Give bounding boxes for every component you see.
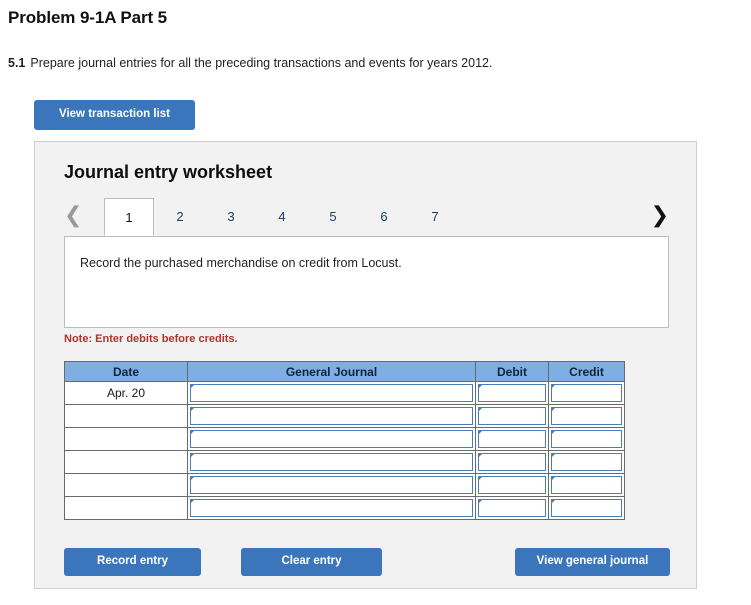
credit-cell[interactable]	[548, 381, 625, 405]
field-marker-icon	[190, 452, 195, 458]
journal-entry-table: Date General Journal Debit Credit Apr. 2…	[64, 361, 625, 520]
field-marker-icon	[551, 429, 556, 435]
general-journal-cell[interactable]	[187, 496, 476, 520]
date-cell[interactable]	[64, 404, 188, 428]
debit-cell[interactable]	[475, 381, 549, 405]
table-header-row: Date General Journal Debit Credit	[64, 361, 625, 382]
credit-cell[interactable]	[548, 450, 625, 474]
debit-input[interactable]	[478, 383, 546, 402]
general-journal-input[interactable]	[190, 383, 473, 402]
tab-6[interactable]: 6	[359, 198, 409, 236]
general-journal-cell[interactable]	[187, 450, 476, 474]
table-row	[64, 473, 625, 497]
field-marker-icon	[551, 498, 556, 504]
debit-input[interactable]	[478, 498, 546, 517]
debit-cell[interactable]	[475, 427, 549, 451]
field-marker-icon	[478, 498, 483, 504]
transaction-description-box: Record the purchased merchandise on cred…	[64, 236, 669, 328]
credit-cell[interactable]	[548, 473, 625, 497]
general-journal-input[interactable]	[190, 452, 473, 471]
field-marker-icon	[190, 498, 195, 504]
tab-5[interactable]: 5	[308, 198, 358, 236]
credit-input[interactable]	[551, 429, 622, 448]
tab-3[interactable]: 3	[206, 198, 256, 236]
field-marker-icon	[190, 406, 195, 412]
debit-input[interactable]	[478, 406, 546, 425]
general-journal-cell[interactable]	[187, 404, 476, 428]
credit-cell[interactable]	[548, 427, 625, 451]
view-transaction-list-button[interactable]: View transaction list	[34, 100, 195, 130]
general-journal-cell[interactable]	[187, 381, 476, 405]
general-journal-input[interactable]	[190, 406, 473, 425]
debit-cell[interactable]	[475, 473, 549, 497]
record-entry-button[interactable]: Record entry	[64, 548, 201, 576]
date-cell[interactable]: Apr. 20	[64, 381, 188, 405]
field-marker-icon	[478, 383, 483, 389]
field-marker-icon	[478, 406, 483, 412]
debit-input[interactable]	[478, 429, 546, 448]
tab-2[interactable]: 2	[155, 198, 205, 236]
general-journal-input[interactable]	[190, 429, 473, 448]
debit-input[interactable]	[478, 452, 546, 471]
date-cell[interactable]	[64, 496, 188, 520]
view-general-journal-button[interactable]: View general journal	[515, 548, 670, 576]
transaction-description-text: Record the purchased merchandise on cred…	[80, 256, 402, 270]
table-row: Apr. 20	[64, 381, 625, 405]
debit-cell[interactable]	[475, 404, 549, 428]
date-cell[interactable]	[64, 427, 188, 451]
requirement-number: 5.1	[8, 56, 26, 70]
general-journal-cell[interactable]	[187, 427, 476, 451]
date-cell[interactable]	[64, 473, 188, 497]
field-marker-icon	[551, 475, 556, 481]
field-marker-icon	[478, 475, 483, 481]
field-marker-icon	[478, 452, 483, 458]
table-row	[64, 496, 625, 520]
debit-cell[interactable]	[475, 450, 549, 474]
debit-cell[interactable]	[475, 496, 549, 520]
table-row	[64, 427, 625, 451]
field-marker-icon	[551, 406, 556, 412]
field-marker-icon	[190, 383, 195, 389]
requirement-text: Prepare journal entries for all the prec…	[30, 56, 493, 70]
tab-4[interactable]: 4	[257, 198, 307, 236]
column-header-date: Date	[64, 361, 188, 382]
general-journal-input[interactable]	[190, 475, 473, 494]
credit-input[interactable]	[551, 383, 622, 402]
worksheet-title: Journal entry worksheet	[64, 162, 273, 182]
general-journal-cell[interactable]	[187, 473, 476, 497]
field-marker-icon	[190, 475, 195, 481]
field-marker-icon	[551, 452, 556, 458]
tab-1[interactable]: 1	[104, 198, 154, 236]
clear-entry-button[interactable]: Clear entry	[241, 548, 382, 576]
field-marker-icon	[190, 429, 195, 435]
credit-cell[interactable]	[548, 404, 625, 428]
journal-entry-panel: Journal entry worksheet ❮ 1 2 3 4 5 6 7 …	[34, 141, 697, 589]
column-header-debit: Debit	[475, 361, 549, 382]
credit-input[interactable]	[551, 452, 622, 471]
table-row	[64, 450, 625, 474]
credit-input[interactable]	[551, 475, 622, 494]
column-header-credit: Credit	[548, 361, 625, 382]
debit-input[interactable]	[478, 475, 546, 494]
field-marker-icon	[478, 429, 483, 435]
page-title: Problem 9-1A Part 5	[8, 8, 168, 27]
credit-cell[interactable]	[548, 496, 625, 520]
credit-input[interactable]	[551, 406, 622, 425]
general-journal-input[interactable]	[190, 498, 473, 517]
field-marker-icon	[551, 383, 556, 389]
requirement-line: 5.1 Prepare journal entries for all the p…	[8, 56, 492, 70]
tab-7[interactable]: 7	[410, 198, 460, 236]
credit-input[interactable]	[551, 498, 622, 517]
worksheet-tabs: ❮ 1 2 3 4 5 6 7 ❯	[64, 198, 669, 237]
chevron-left-icon[interactable]: ❮	[64, 202, 82, 230]
debits-before-credits-note: Note: Enter debits before credits.	[64, 333, 238, 345]
date-cell[interactable]	[64, 450, 188, 474]
column-header-general-journal: General Journal	[187, 361, 476, 382]
table-row	[64, 404, 625, 428]
chevron-right-icon[interactable]: ❯	[651, 202, 669, 230]
